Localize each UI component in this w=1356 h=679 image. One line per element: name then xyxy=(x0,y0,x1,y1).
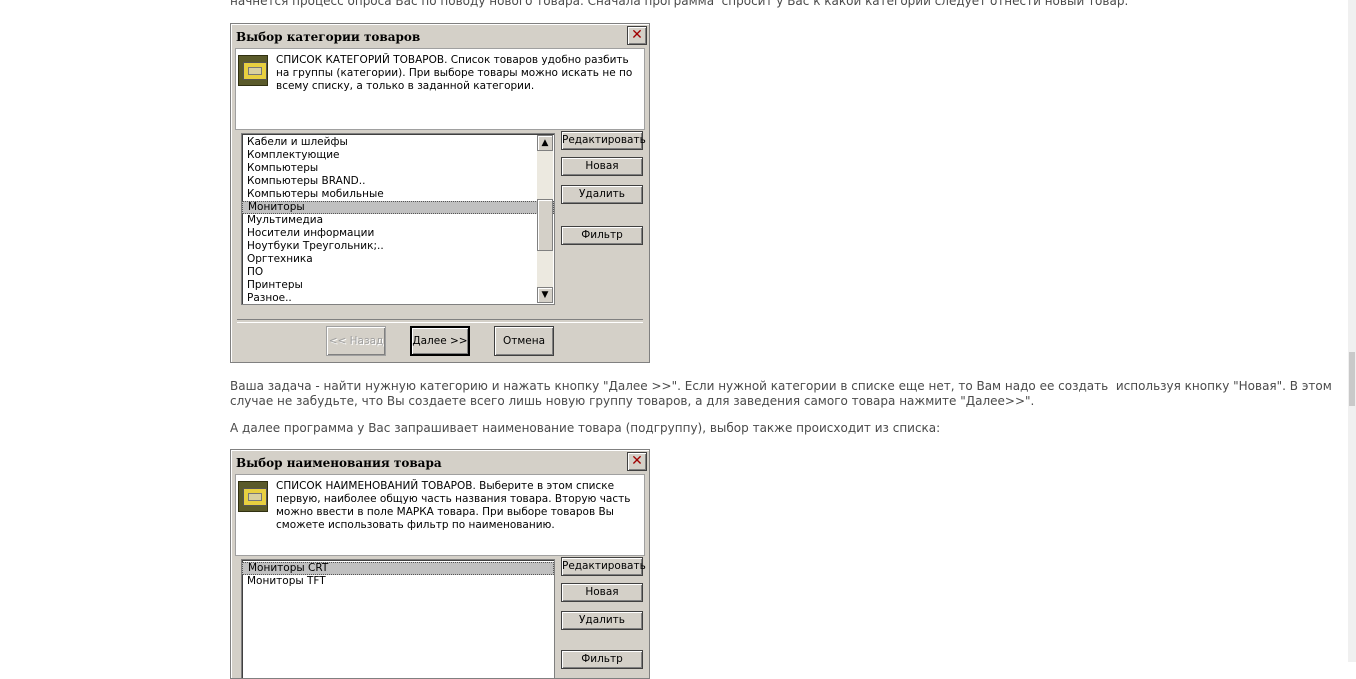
product-name-list[interactable]: Мониторы CRT Мониторы TFT xyxy=(241,559,555,678)
arrow-up-icon[interactable]: ▲ xyxy=(537,135,553,151)
edit-button[interactable]: Редактировать xyxy=(561,131,646,150)
close-icon[interactable]: ✕ xyxy=(627,452,647,471)
cancel-button[interactable]: Отмена xyxy=(494,326,554,356)
list-item[interactable]: Комплектующие xyxy=(242,149,554,162)
edit-button[interactable]: Редактировать xyxy=(561,557,646,576)
category-dialog: Выбор категории товаров ✕ СПИСОК КАТЕГОР… xyxy=(230,23,650,363)
arrow-down-icon[interactable]: ▼ xyxy=(537,287,553,303)
list-item[interactable]: Разное.. xyxy=(242,292,554,304)
list-item[interactable]: Оргтехника xyxy=(242,253,554,266)
list-item[interactable]: Ноутбуки Треугольник;.. xyxy=(242,240,554,253)
delete-button[interactable]: Удалить xyxy=(561,611,643,630)
filter-button[interactable]: Фильтр xyxy=(561,650,643,669)
delete-button[interactable]: Удалить xyxy=(561,185,643,204)
scroll-thumb[interactable] xyxy=(537,199,553,251)
filter-button[interactable]: Фильтр xyxy=(561,226,643,245)
list-item[interactable]: Компьютеры xyxy=(242,162,554,175)
list-item[interactable]: Мониторы CRT xyxy=(242,562,554,575)
list-item[interactable]: Компьютеры мобильные xyxy=(242,188,554,201)
dialog-title: Выбор наименования товара xyxy=(236,456,442,470)
list-item[interactable]: ПО xyxy=(242,266,554,279)
list-item[interactable]: Мультимедиа xyxy=(242,214,554,227)
new-button[interactable]: Новая xyxy=(561,157,643,176)
close-icon[interactable]: ✕ xyxy=(627,26,647,45)
divider xyxy=(237,319,643,323)
folder-box-icon xyxy=(238,481,268,512)
page-scrollbar[interactable] xyxy=(1348,0,1356,662)
page-scroll-thumb[interactable] xyxy=(1349,352,1355,406)
new-button[interactable]: Новая xyxy=(561,583,643,602)
list-item[interactable]: Компьютеры BRAND.. xyxy=(242,175,554,188)
header-text: СПИСОК КАТЕГОРИЙ ТОВАРОВ. Список товаров… xyxy=(276,54,633,92)
list-item[interactable]: Кабели и шлейфы xyxy=(242,136,554,149)
task-text-2: случае не забудьте, что Вы создаете всег… xyxy=(230,394,1035,408)
list-item[interactable]: Мониторы xyxy=(242,201,554,214)
dialog-header: СПИСОК КАТЕГОРИЙ ТОВАРОВ. Список товаров… xyxy=(235,48,645,130)
list-scrollbar[interactable]: ▲ ▼ xyxy=(537,135,553,303)
header-text: СПИСОК НАИМЕНОВАНИЙ ТОВАРОВ. Выберите в … xyxy=(276,480,631,531)
list-item[interactable]: Принтеры xyxy=(242,279,554,292)
list-item[interactable]: Мониторы TFT xyxy=(242,575,554,588)
next-button[interactable]: Далее >> xyxy=(410,326,470,356)
category-list[interactable]: Кабели и шлейфы Комплектующие Компьютеры Ко… xyxy=(241,133,555,305)
next-step-text: А далее программа у Вас запрашивает наим… xyxy=(230,421,941,435)
list-item[interactable]: Носители информации xyxy=(242,227,554,240)
dialog-title: Выбор категории товаров xyxy=(236,30,421,44)
folder-box-icon xyxy=(238,55,268,86)
back-button[interactable]: << Назад xyxy=(326,326,386,356)
task-text-1: Ваша задача - найти нужную категорию и н… xyxy=(230,379,1332,393)
product-name-dialog: Выбор наименования товара ✕ СПИСОК НАИМЕ… xyxy=(230,449,650,679)
dialog-header: СПИСОК НАИМЕНОВАНИЙ ТОВАРОВ. Выберите в … xyxy=(235,474,645,556)
intro-text: начнется процесс опроса Вас по поводу но… xyxy=(230,0,1129,8)
